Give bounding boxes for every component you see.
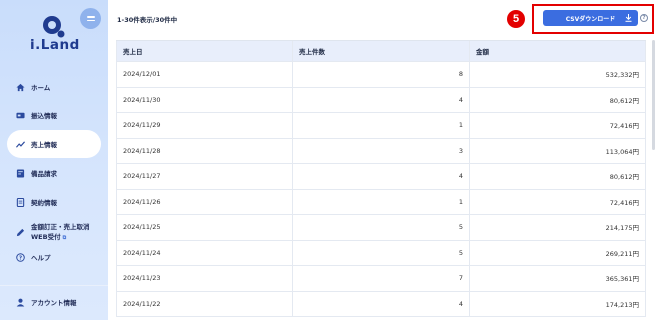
logo-text: i.Land bbox=[30, 37, 80, 53]
cell-amount: 365,361円 bbox=[470, 266, 646, 291]
cell-count: 5 bbox=[293, 240, 470, 265]
user-icon bbox=[16, 298, 25, 307]
cell-date: 2024/11/26 bbox=[116, 189, 293, 214]
sidebar-item-sales[interactable]: 売上情報 bbox=[7, 130, 101, 158]
contract-icon bbox=[16, 197, 25, 207]
chart-icon bbox=[16, 140, 25, 148]
step-badge: 5 bbox=[507, 10, 525, 28]
csv-download-button[interactable]: CSVダウンロード bbox=[543, 10, 638, 26]
cell-date: 2024/11/28 bbox=[116, 138, 293, 163]
table-row: 2024/11/24 5 269,211円 bbox=[116, 240, 646, 266]
sidebar-item-label: 契約情報 bbox=[31, 199, 57, 207]
cell-date: 2024/11/25 bbox=[116, 215, 293, 240]
scrollbar[interactable] bbox=[652, 40, 655, 150]
home-icon bbox=[16, 83, 25, 91]
cell-count: 7 bbox=[293, 266, 470, 291]
sales-table: 売上日 売上件数 金額 2024/12/01 8 532,332円 2024/11/3… bbox=[116, 40, 646, 317]
sidebar-item-label: アカウント情報 bbox=[31, 299, 77, 307]
download-icon bbox=[625, 14, 632, 22]
table-row: 2024/11/23 7 365,361円 bbox=[116, 266, 646, 292]
cell-amount: 174,213円 bbox=[470, 291, 646, 316]
sidebar-item-contract[interactable]: 契約情報 bbox=[7, 196, 101, 208]
result-count: 1-30件表示/30件中 bbox=[117, 16, 178, 24]
table-row: 2024/11/28 3 113,064円 bbox=[116, 138, 646, 164]
svg-text:?: ? bbox=[19, 255, 22, 261]
cell-count: 5 bbox=[293, 215, 470, 240]
table-row: 2024/11/27 4 80,612円 bbox=[116, 164, 646, 190]
cell-count: 4 bbox=[293, 87, 470, 112]
csv-download-label: CSVダウンロード bbox=[565, 15, 616, 23]
cell-count: 4 bbox=[293, 291, 470, 316]
cell-count: 8 bbox=[293, 62, 470, 87]
column-header-count: 売上件数 bbox=[293, 41, 470, 61]
csv-help-icon[interactable]: ? bbox=[640, 14, 648, 22]
transfer-icon bbox=[16, 112, 25, 118]
cell-date: 2024/11/22 bbox=[116, 291, 293, 316]
sidebar-item-label: ヘルプ bbox=[31, 254, 51, 262]
table-row: 2024/11/25 5 214,175円 bbox=[116, 215, 646, 241]
cell-amount: 72,416円 bbox=[470, 113, 646, 138]
sidebar-item-correction[interactable]: 金額訂正・売上取消 WEB受付 ⧉ bbox=[7, 221, 101, 243]
edit-icon bbox=[16, 228, 25, 236]
table-row: 2024/11/30 4 80,612円 bbox=[116, 87, 646, 113]
column-header-date: 売上日 bbox=[116, 41, 293, 61]
sidebar-item-label: 金額訂正・売上取消 bbox=[31, 222, 90, 231]
cell-count: 3 bbox=[293, 138, 470, 163]
sidebar-item-transfer[interactable]: 振込情報 bbox=[7, 109, 101, 121]
cell-amount: 72,416円 bbox=[470, 189, 646, 214]
cell-amount: 214,175円 bbox=[470, 215, 646, 240]
sidebar-item-account[interactable]: アカウント情報 bbox=[7, 296, 101, 308]
cell-date: 2024/12/01 bbox=[116, 62, 293, 87]
sidebar-item-label: 振込情報 bbox=[31, 112, 57, 120]
cell-date: 2024/11/29 bbox=[116, 113, 293, 138]
sidebar-item-home[interactable]: ホーム bbox=[7, 81, 101, 93]
external-link-icon: ⧉ bbox=[62, 234, 67, 241]
cell-amount: 269,211円 bbox=[470, 240, 646, 265]
column-header-amount: 金額 bbox=[470, 41, 646, 61]
sidebar-item-label: 備品請求 bbox=[31, 170, 57, 178]
help-icon: ? bbox=[16, 252, 25, 262]
table-header-row: 売上日 売上件数 金額 bbox=[116, 41, 646, 62]
menu-toggle-button[interactable] bbox=[80, 8, 101, 29]
cell-count: 1 bbox=[293, 189, 470, 214]
cell-date: 2024/11/30 bbox=[116, 87, 293, 112]
table-row: 2024/11/26 1 72,416円 bbox=[116, 189, 646, 215]
sidebar-item-label-sub: WEB受付 bbox=[31, 232, 61, 241]
cell-amount: 113,064円 bbox=[470, 138, 646, 163]
sidebar-item-supplies[interactable]: 備品請求 bbox=[7, 167, 101, 179]
cell-date: 2024/11/23 bbox=[116, 266, 293, 291]
cell-count: 1 bbox=[293, 113, 470, 138]
table-row: 2024/11/29 1 72,416円 bbox=[116, 113, 646, 139]
sidebar-item-label: 売上情報 bbox=[31, 141, 57, 149]
cell-date: 2024/11/27 bbox=[116, 164, 293, 189]
cell-amount: 80,612円 bbox=[470, 87, 646, 112]
cell-amount: 80,612円 bbox=[470, 164, 646, 189]
sidebar-item-help[interactable]: ? ヘルプ bbox=[7, 251, 101, 263]
invoice-icon bbox=[16, 168, 25, 178]
table-row: 2024/11/22 4 174,213円 bbox=[116, 291, 646, 317]
table-row: 2024/12/01 8 532,332円 bbox=[116, 62, 646, 88]
cell-date: 2024/11/24 bbox=[116, 240, 293, 265]
cell-count: 4 bbox=[293, 164, 470, 189]
sidebar-item-label: ホーム bbox=[31, 84, 51, 92]
sidebar-divider bbox=[0, 285, 108, 286]
cell-amount: 532,332円 bbox=[470, 62, 646, 87]
sidebar: i.Land ホーム 振込情報 売上情報 備品請求 契約情報 金額訂正・売上取消… bbox=[0, 0, 108, 320]
